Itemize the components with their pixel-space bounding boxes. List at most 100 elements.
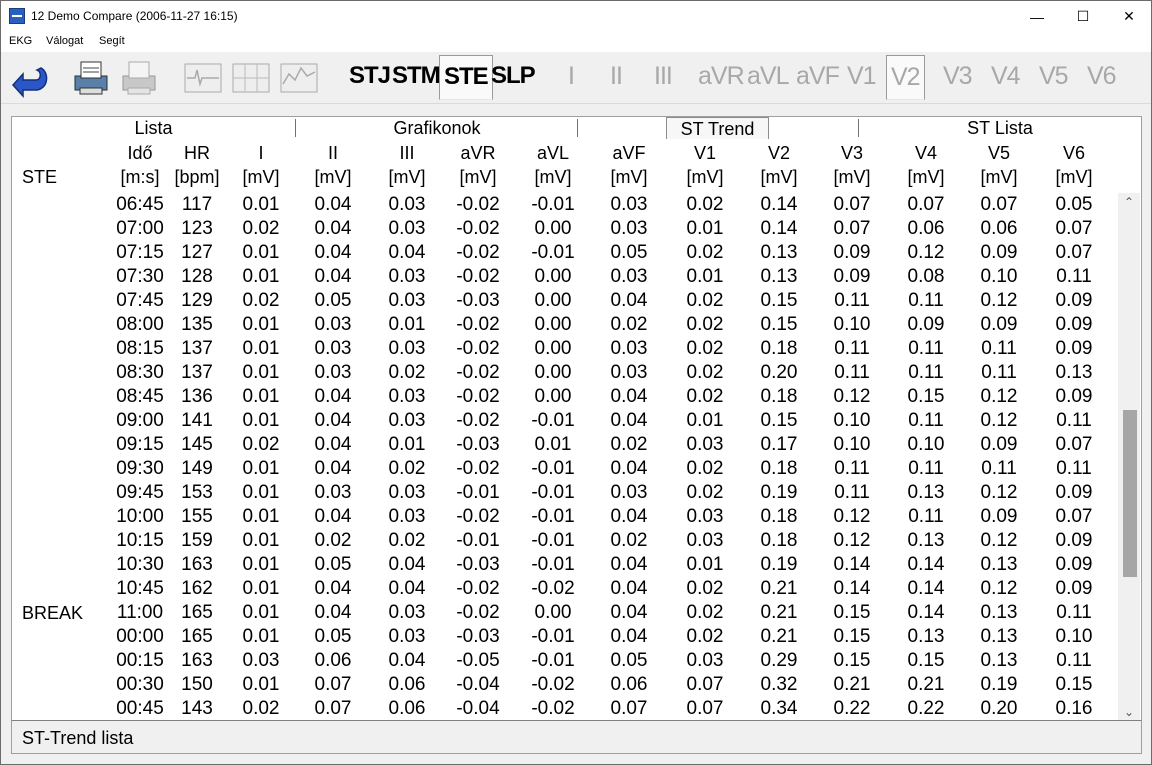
table-cell: 0.04 xyxy=(610,506,648,527)
table-row[interactable]: 00:00 165 0.01 0.05 0.03 -0.03 -0.01 0.04 0.02 0.… xyxy=(12,625,1118,649)
table-cell: 0.19 xyxy=(760,482,798,503)
table-cell: 0.09 xyxy=(1055,386,1093,407)
data-table[interactable]: 06:45 117 0.01 0.04 0.03 -0.02 -0.01 0.03 0.02 0.… xyxy=(12,193,1118,721)
table-cell: 0.00 xyxy=(534,290,572,311)
table-cell: 0.04 xyxy=(610,290,648,311)
table-cell: 0.02 xyxy=(314,530,352,551)
menu-valogat[interactable]: Válogat xyxy=(46,35,83,47)
table-row[interactable]: 09:00 141 0.01 0.04 0.03 -0.02 -0.01 0.04 0.01 0.… xyxy=(12,409,1118,433)
table-cell: 0.29 xyxy=(760,650,798,671)
column-header-name[interactable]: aVR xyxy=(443,143,513,164)
table-row[interactable]: 08:30 137 0.01 0.03 0.02 -0.02 0.00 0.03 0.02 0.2… xyxy=(12,361,1118,385)
table-cell: -0.02 xyxy=(456,578,500,599)
table-row[interactable]: 00:45 143 0.02 0.07 0.06 -0.04 -0.02 0.07 0.07 0.… xyxy=(12,697,1118,721)
lead-iii-button[interactable]: III xyxy=(654,62,673,91)
table-cell: 0.22 xyxy=(833,698,871,719)
table-row[interactable]: 08:45 136 0.01 0.04 0.03 -0.02 0.00 0.04 0.02 0.1… xyxy=(12,385,1118,409)
column-header-name[interactable]: HR xyxy=(162,143,232,164)
table-row[interactable]: 10:00 155 0.01 0.04 0.03 -0.02 -0.01 0.04 0.03 0.… xyxy=(12,505,1118,529)
table-row[interactable]: BREAK 11:00 165 0.01 0.04 0.03 -0.02 0.00 0.04 0.… xyxy=(12,601,1118,625)
lead-v4-button[interactable]: V4 xyxy=(991,62,1021,91)
column-header-name[interactable]: I xyxy=(226,143,296,164)
table-cell: 0.19 xyxy=(760,554,798,575)
tab-grafikonok[interactable]: Grafikonok xyxy=(296,117,578,139)
lead-v1-button[interactable]: V1 xyxy=(847,62,877,91)
table-cell: 0.04 xyxy=(388,650,426,671)
table-cell: 0.07 xyxy=(1055,434,1093,455)
table-cell: -0.02 xyxy=(531,698,575,719)
app-window: 12 Demo Compare (2006-11-27 16:15) — ☐ ✕… xyxy=(0,0,1152,765)
lead-v6-button[interactable]: V6 xyxy=(1087,62,1117,91)
table-row[interactable]: 07:30 128 0.01 0.04 0.03 -0.02 0.00 0.03 0.01 0.1… xyxy=(12,265,1118,289)
table-cell: 137 xyxy=(181,338,213,359)
minimize-button[interactable]: — xyxy=(1014,1,1060,32)
table-cell: 0.00 xyxy=(534,338,572,359)
table-row[interactable]: 09:30 149 0.01 0.04 0.02 -0.02 -0.01 0.04 0.02 0.… xyxy=(12,457,1118,481)
column-header-name[interactable]: aVL xyxy=(518,143,588,164)
table-cell: 0.03 xyxy=(388,482,426,503)
lead-avf-button[interactable]: aVF xyxy=(796,62,840,91)
table-row[interactable]: 09:45 153 0.01 0.03 0.03 -0.01 -0.01 0.03 0.02 0.… xyxy=(12,481,1118,505)
tab-st-lista[interactable]: ST Lista xyxy=(859,117,1141,139)
maximize-button[interactable]: ☐ xyxy=(1060,1,1106,32)
table-row[interactable]: 06:45 117 0.01 0.04 0.03 -0.02 -0.01 0.03 0.02 0.… xyxy=(12,193,1118,217)
table-row[interactable]: 08:00 135 0.01 0.03 0.01 -0.02 0.00 0.02 0.02 0.1… xyxy=(12,313,1118,337)
lead-v5-button[interactable]: V5 xyxy=(1039,62,1069,91)
close-button[interactable]: ✕ xyxy=(1106,1,1152,32)
app-icon[interactable] xyxy=(9,8,25,24)
table-cell: 0.01 xyxy=(242,506,280,527)
menu-ekg[interactable]: EKG xyxy=(9,35,32,47)
vertical-scrollbar[interactable]: ⌃ ⌄ xyxy=(1118,193,1140,721)
column-header-name[interactable]: aVF xyxy=(594,143,664,164)
table-cell: -0.02 xyxy=(456,266,500,287)
scroll-thumb[interactable] xyxy=(1123,410,1137,577)
menu-segit[interactable]: Segít xyxy=(99,35,125,47)
table-cell: 0.12 xyxy=(980,578,1018,599)
table-row[interactable]: 00:30 150 0.01 0.07 0.06 -0.04 -0.02 0.06 0.07 0.… xyxy=(12,673,1118,697)
column-header-name[interactable]: II xyxy=(298,143,368,164)
table-cell: 0.01 xyxy=(242,266,280,287)
table-cell: 0.03 xyxy=(610,482,648,503)
mode-stm-button[interactable]: STM xyxy=(392,62,441,90)
lead-v3-button[interactable]: V3 xyxy=(943,62,973,91)
lead-i-button[interactable]: I xyxy=(568,62,575,91)
table-row[interactable]: 09:15 145 0.02 0.04 0.01 -0.03 0.01 0.02 0.03 0.1… xyxy=(12,433,1118,457)
lead-ii-button[interactable]: II xyxy=(610,62,623,91)
table-row[interactable]: 00:15 163 0.03 0.06 0.04 -0.05 -0.01 0.05 0.03 0.… xyxy=(12,649,1118,673)
scroll-up-icon[interactable]: ⌃ xyxy=(1118,193,1140,211)
lead-avl-button[interactable]: aVL xyxy=(747,62,789,91)
table-cell: 0.12 xyxy=(980,410,1018,431)
window-title: 12 Demo Compare (2006-11-27 16:15) xyxy=(31,9,238,23)
column-header-name[interactable]: III xyxy=(372,143,442,164)
tab-lista[interactable]: Lista xyxy=(12,117,295,139)
column-header-name[interactable]: V1 xyxy=(670,143,740,164)
table-cell: -0.01 xyxy=(531,626,575,647)
back-arrow-icon[interactable] xyxy=(11,58,51,98)
table-cell: 0.02 xyxy=(388,458,426,479)
print-icon[interactable] xyxy=(71,58,111,98)
mode-stj-button[interactable]: STJ xyxy=(349,62,391,90)
mode-ste-button[interactable]: STE xyxy=(439,55,493,100)
table-row[interactable]: 07:15 127 0.01 0.04 0.04 -0.02 -0.01 0.05 0.02 0.… xyxy=(12,241,1118,265)
table-cell: 0.04 xyxy=(314,578,352,599)
table-row[interactable]: 10:45 162 0.01 0.04 0.04 -0.02 -0.02 0.04 0.02 0.… xyxy=(12,577,1118,601)
mode-slp-button[interactable]: SLP xyxy=(491,62,536,90)
ecg-grid-icon xyxy=(232,63,270,93)
column-header-name[interactable]: V3 xyxy=(817,143,887,164)
table-row[interactable]: 10:15 159 0.01 0.02 0.02 -0.01 -0.01 0.02 0.03 0.… xyxy=(12,529,1118,553)
column-header-name[interactable]: V5 xyxy=(964,143,1034,164)
table-row[interactable]: 07:45 129 0.02 0.05 0.03 -0.03 0.00 0.04 0.02 0.1… xyxy=(12,289,1118,313)
column-header-name[interactable]: V2 xyxy=(744,143,814,164)
tab-st-trend[interactable]: ST Trend xyxy=(666,117,769,139)
lead-avr-button[interactable]: aVR xyxy=(698,62,745,91)
table-cell: 0.02 xyxy=(610,314,648,335)
column-header-name[interactable]: V4 xyxy=(891,143,961,164)
lead-v2-button[interactable]: V2 xyxy=(886,55,925,100)
table-row[interactable]: 10:30 163 0.01 0.05 0.04 -0.03 -0.01 0.04 0.01 0.… xyxy=(12,553,1118,577)
column-header-name[interactable]: V6 xyxy=(1039,143,1109,164)
table-cell: 0.13 xyxy=(907,482,945,503)
title-bar[interactable]: 12 Demo Compare (2006-11-27 16:15) — ☐ ✕ xyxy=(1,1,1151,32)
scroll-down-icon[interactable]: ⌄ xyxy=(1118,703,1140,721)
table-row[interactable]: 08:15 137 0.01 0.03 0.03 -0.02 0.00 0.03 0.02 0.1… xyxy=(12,337,1118,361)
table-row[interactable]: 07:00 123 0.02 0.04 0.03 -0.02 0.00 0.03 0.01 0.1… xyxy=(12,217,1118,241)
